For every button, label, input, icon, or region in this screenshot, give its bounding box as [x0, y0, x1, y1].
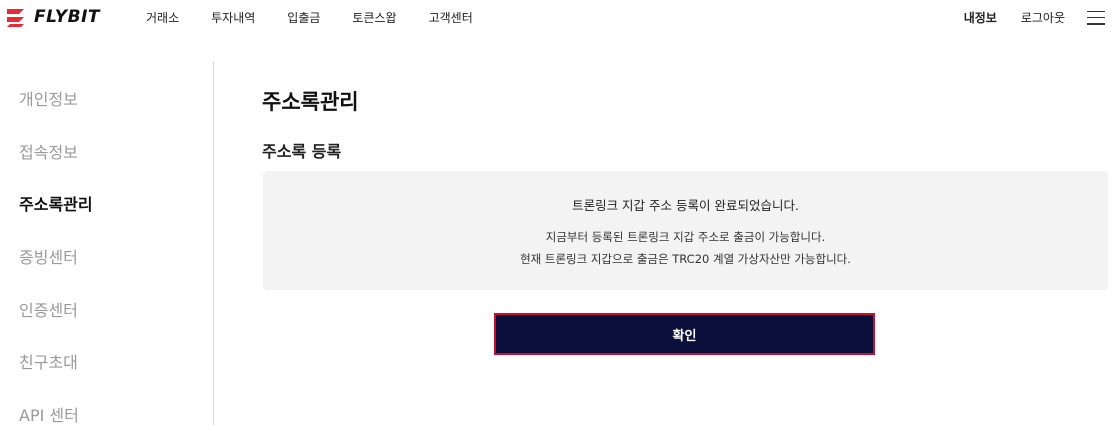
sidebar-item-invite-friends[interactable]: 친구초대 — [19, 349, 78, 373]
sidebar-item-personal-info[interactable]: 개인정보 — [19, 86, 78, 110]
sidebar-item-auth-center[interactable]: 인증센터 — [19, 297, 78, 321]
sidebar-item-api-center[interactable]: API 센터 — [19, 402, 79, 425]
brand-name: FLYBIT — [34, 7, 100, 27]
info-message-line-2: 현재 트론링크 지갑으로 출금은 TRC20 계열 가상자산만 가능합니다. — [520, 252, 851, 266]
my-info-link[interactable]: 내정보 — [964, 9, 997, 26]
hamburger-menu-icon[interactable] — [1087, 10, 1105, 25]
nav-customer-center[interactable]: 고객센터 — [429, 9, 473, 26]
main-nav: 거래소 투자내역 입출금 토큰스왑 고객센터 — [146, 9, 505, 26]
logout-link[interactable]: 로그아웃 — [1021, 9, 1065, 26]
section-title: 주소록 등록 — [262, 142, 342, 161]
nav-token-swap[interactable]: 토큰스왑 — [352, 9, 396, 26]
sidebar-item-address-book[interactable]: 주소록관리 — [19, 191, 93, 215]
sidebar-item-access-info[interactable]: 접속정보 — [19, 139, 78, 163]
nav-deposit-withdraw[interactable]: 입출금 — [287, 9, 320, 26]
sidebar: 개인정보 접속정보 주소록관리 증빙센터 인증센터 친구초대 API 센터 — [0, 62, 214, 425]
brand-logo[interactable]: FLYBIT — [4, 6, 100, 28]
nav-exchange[interactable]: 거래소 — [146, 9, 179, 26]
page-title: 주소록관리 — [262, 90, 359, 114]
sidebar-item-evidence-center[interactable]: 증빙센터 — [19, 244, 78, 268]
info-message-line-1: 지금부터 등록된 트론링크 지갑 주소로 출금이 가능합니다. — [545, 230, 826, 244]
confirm-button[interactable]: 확인 — [494, 313, 875, 355]
account-nav: 내정보 로그아웃 — [964, 9, 1105, 26]
success-message: 트론링크 지갑 주소 등록이 완료되었습니다. — [572, 198, 799, 213]
nav-investments[interactable]: 투자내역 — [211, 9, 255, 26]
top-header: FLYBIT 거래소 투자내역 입출금 토큰스왑 고객센터 내정보 로그아웃 — [0, 0, 1117, 34]
result-message-box: 트론링크 지갑 주소 등록이 완료되었습니다. 지금부터 등록된 트론링크 지갑… — [263, 171, 1108, 290]
flybit-logo-icon — [4, 6, 28, 28]
